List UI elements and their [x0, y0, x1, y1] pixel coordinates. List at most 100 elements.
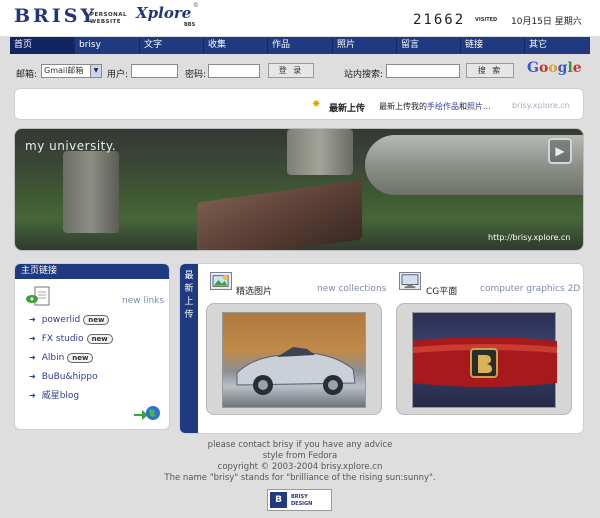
- nav-item-works[interactable]: 作品: [268, 37, 333, 54]
- footer-tagline: The name "brisy" stands for "brilliance …: [164, 473, 436, 483]
- brisy-design-text: BRISY DESIGN: [291, 494, 312, 508]
- logo-tagline: PERSONAL WEBSITE: [90, 12, 127, 26]
- xplore-copyright-mark: ©: [193, 2, 199, 9]
- list-item[interactable]: ➜ 威星blog: [29, 390, 79, 402]
- banner-title: my university.: [25, 139, 117, 153]
- latest-uploads-panel: 最新上传 精选图片 new collections CG平面 computer …: [179, 263, 584, 434]
- cg-design-title[interactable]: CG平面: [426, 284, 457, 297]
- google-letter: o: [548, 60, 558, 76]
- xplore-logo[interactable]: Xplore: [136, 4, 191, 22]
- cg-illustration: [413, 337, 557, 387]
- arrow-icon: ➜: [29, 353, 36, 362]
- list-item[interactable]: ➜ Albin new: [29, 352, 94, 364]
- visit-counter-label: VISITED: [475, 17, 498, 23]
- panel-title: 主页链接: [15, 264, 169, 279]
- link-label[interactable]: Albin: [42, 353, 65, 363]
- site-search-input[interactable]: [386, 64, 460, 78]
- latest-uploads-label: 最新上传: [180, 264, 198, 433]
- banner-stone-left: [63, 151, 119, 233]
- list-item[interactable]: ➜ powerlid new: [29, 314, 110, 326]
- announcement-prefix: 最新上传我的: [379, 102, 427, 111]
- announcement-text: 最新上传我的手绘作品和照片...: [379, 101, 491, 112]
- visit-counter: 21662: [413, 12, 466, 28]
- site-search-label: 站内搜索:: [344, 70, 384, 80]
- user-label: 用户:: [107, 70, 129, 80]
- play-icon[interactable]: ▶: [548, 138, 572, 164]
- announcement-title: 最新上传: [329, 104, 366, 114]
- login-button[interactable]: 登 录: [268, 63, 314, 78]
- password-input[interactable]: [208, 64, 260, 78]
- site-header: BRISY PERSONAL WEBSITE Xplore © BBS 2166…: [0, 0, 600, 36]
- link-label[interactable]: FX studio: [42, 334, 84, 344]
- footer-copyright: copyright © 2003-2004 brisy.xplore.cn: [217, 462, 383, 472]
- nav-item-other[interactable]: 其它: [525, 37, 590, 54]
- featured-pictures-title[interactable]: 精选图片: [236, 284, 272, 297]
- new-collections-label: new collections: [317, 284, 387, 294]
- chevron-down-icon[interactable]: ▼: [90, 65, 101, 77]
- car-thumbnail[interactable]: [222, 312, 366, 408]
- new-badge: new: [67, 353, 94, 363]
- search-button[interactable]: 搜 索: [466, 63, 514, 78]
- mail-label: 邮箱:: [16, 70, 38, 80]
- arrow-icon: ➜: [29, 315, 36, 324]
- nav-item-collection[interactable]: 收集: [204, 37, 268, 54]
- google-logo[interactable]: Google: [527, 60, 582, 76]
- globe-icon[interactable]: [133, 403, 161, 423]
- announcement-mid: 和: [459, 102, 467, 111]
- brisy-design-line2: DESIGN: [291, 501, 313, 507]
- arrow-icon: ➜: [29, 391, 36, 400]
- footer-style: style from Fedora: [262, 451, 338, 461]
- banner-url: http://brisy.xplore.cn: [488, 233, 571, 242]
- login-search-bar: 邮箱: Gmail邮箱 ▼ 用户: 密码: 登 录 站内搜索: 搜 索 Goog…: [10, 58, 590, 84]
- brisy-design-logo[interactable]: B BRISY DESIGN: [267, 489, 332, 511]
- homepage-links-panel: 主页链接 new links ➜ powerlid new ➜ FX studio ne…: [14, 263, 170, 430]
- document-icon: [26, 286, 50, 306]
- user-input[interactable]: [131, 64, 178, 78]
- nav-item-home[interactable]: 首页: [10, 37, 75, 54]
- list-item[interactable]: ➜ FX studio new: [29, 333, 113, 345]
- link-label[interactable]: powerlid: [42, 315, 81, 325]
- brisy-design-line1: BRISY: [291, 494, 308, 500]
- announcement-suffix: ...: [483, 102, 491, 111]
- current-date: 10月15日 星期六: [511, 17, 582, 27]
- nav-item-brisy[interactable]: brisy: [75, 37, 140, 54]
- announcement-bar: ✸ 最新上传 最新上传我的手绘作品和照片... brisy.xplore.cn: [14, 88, 584, 120]
- featured-picture-card[interactable]: [206, 303, 382, 415]
- main-nav: 首页 brisy 文字 收集 作品 照片 留言 链接 其它: [10, 37, 590, 54]
- nav-item-writing[interactable]: 文字: [140, 37, 204, 54]
- xplore-bbs-label: BBS: [184, 22, 196, 28]
- link-label[interactable]: BuBu&hippo: [42, 372, 98, 382]
- mail-provider-value: Gmail邮箱: [44, 66, 84, 75]
- mail-provider-select[interactable]: Gmail邮箱 ▼: [41, 64, 102, 78]
- announcement-link-photos[interactable]: 照片: [467, 102, 483, 111]
- new-links-label: new links: [122, 296, 165, 306]
- google-letter: g: [557, 60, 568, 76]
- arrow-icon: ➜: [29, 372, 36, 381]
- cg-design-card[interactable]: [396, 303, 572, 415]
- nav-item-guestbook[interactable]: 留言: [397, 37, 461, 54]
- nav-item-links[interactable]: 链接: [461, 37, 525, 54]
- brisy-mark-icon: B: [270, 492, 287, 508]
- car-illustration: [236, 347, 356, 395]
- logo-tagline-line1: PERSONAL: [90, 12, 128, 18]
- google-letter: o: [538, 60, 549, 76]
- cg-thumbnail[interactable]: [412, 312, 557, 408]
- arrow-icon: ➜: [29, 334, 36, 343]
- new-badge: new: [86, 334, 113, 344]
- banner-stone-red: [197, 179, 362, 250]
- computer-graphics-label: computer graphics 2D: [480, 284, 581, 294]
- google-letter: G: [527, 60, 539, 76]
- monitor-icon: [399, 272, 421, 290]
- list-item[interactable]: ➜ BuBu&hippo: [29, 371, 98, 383]
- latest-uploads-text: 最新上传: [184, 271, 194, 320]
- link-label[interactable]: 威星blog: [42, 391, 79, 401]
- announcement-site: brisy.xplore.cn: [512, 101, 570, 110]
- nav-item-photos[interactable]: 照片: [333, 37, 397, 54]
- announcement-link-drawings[interactable]: 手绘作品: [427, 102, 459, 111]
- site-logo[interactable]: BRISY: [14, 5, 97, 27]
- sun-icon: ✸: [312, 99, 321, 110]
- footer-contact: please contact brisy if you have any adv…: [207, 440, 393, 450]
- google-letter: e: [572, 60, 582, 76]
- picture-icon: [210, 272, 232, 290]
- password-label: 密码:: [185, 70, 207, 80]
